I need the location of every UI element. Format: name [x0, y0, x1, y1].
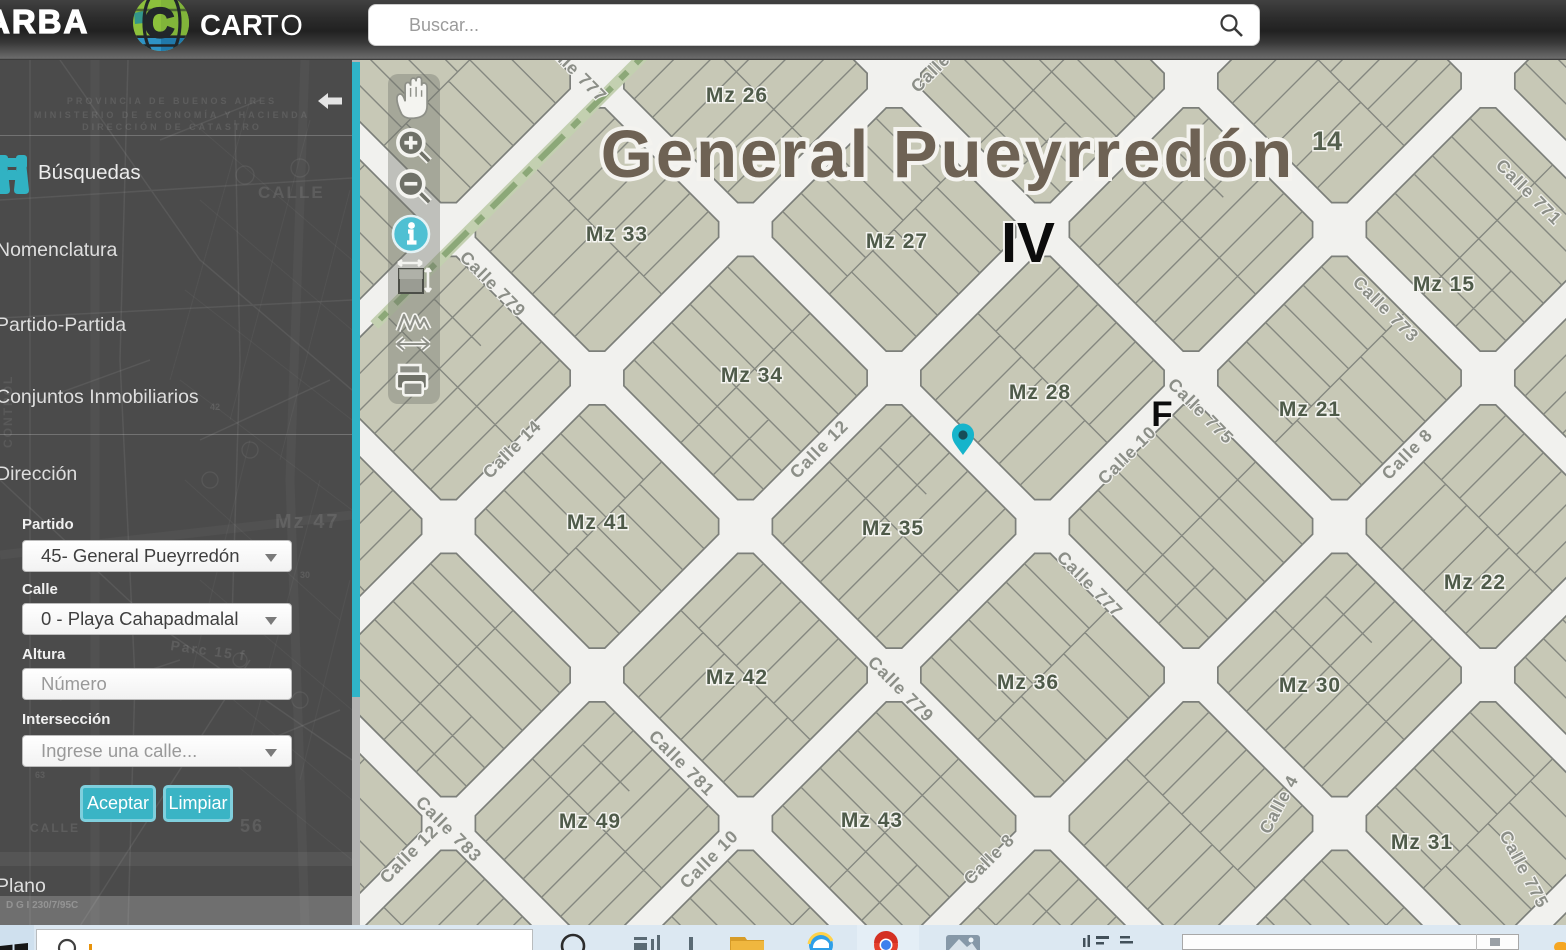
svg-text:CALLE: CALLE: [258, 183, 325, 202]
svg-text:General Pueyrredón: General Pueyrredón: [601, 117, 1295, 192]
svg-text:MINISTERIO DE ECONOMÍA Y HACIE: MINISTERIO DE ECONOMÍA Y HACIENDA: [34, 110, 310, 120]
svg-text:F: F: [1151, 395, 1172, 434]
svg-text:Mz 28: Mz 28: [1009, 381, 1071, 404]
svg-text:30: 30: [300, 570, 310, 580]
svg-text:CALLE: CALLE: [30, 821, 80, 835]
svg-text:Mz 31: Mz 31: [1391, 831, 1453, 854]
svg-text:IV: IV: [1001, 211, 1055, 275]
svg-text:Mz 49: Mz 49: [559, 810, 621, 833]
svg-text:Mz 27: Mz 27: [866, 230, 928, 253]
svg-text:Mz 36: Mz 36: [997, 671, 1059, 694]
svg-text:Mz 43: Mz 43: [841, 809, 903, 832]
svg-text:D G I 230/7/95C: D G I 230/7/95C: [6, 900, 78, 911]
svg-text:63: 63: [35, 770, 45, 780]
svg-text:Mz 30: Mz 30: [1279, 674, 1341, 697]
svg-text:Mz 35: Mz 35: [862, 517, 924, 540]
svg-text:DIRECCIÓN DE CATASTRO: DIRECCIÓN DE CATASTRO: [82, 121, 262, 132]
svg-text:PROVINCIA DE BUENOS AIRES: PROVINCIA DE BUENOS AIRES: [67, 96, 277, 106]
svg-text:14: 14: [1312, 126, 1342, 156]
svg-text:Mz 33: Mz 33: [586, 223, 648, 246]
svg-text:C: C: [144, 0, 174, 46]
svg-text:Mz 34: Mz 34: [721, 364, 783, 387]
svg-text:Mz 47: Mz 47: [275, 511, 339, 533]
svg-text:56: 56: [240, 816, 264, 836]
svg-text:Mz 21: Mz 21: [1279, 398, 1341, 421]
svg-text:Mz 15: Mz 15: [1413, 273, 1475, 296]
svg-text:Mz 22: Mz 22: [1444, 571, 1506, 594]
svg-text:Mz 42: Mz 42: [706, 666, 768, 689]
svg-text:Mz 41: Mz 41: [567, 511, 629, 534]
svg-text:TO: TO: [261, 10, 305, 42]
svg-text:CAR: CAR: [200, 10, 263, 42]
svg-text:Mz 26: Mz 26: [706, 84, 768, 107]
